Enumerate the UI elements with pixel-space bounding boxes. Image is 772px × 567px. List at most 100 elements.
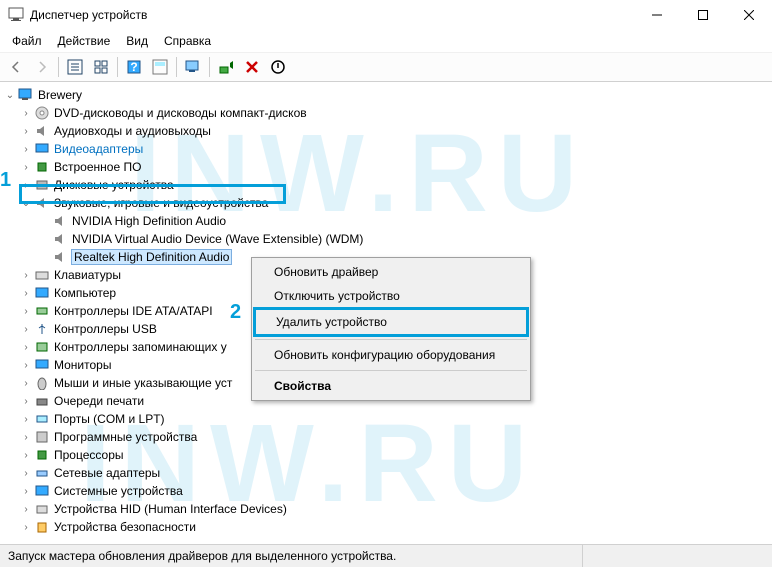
speaker-icon — [34, 195, 50, 211]
update-driver-button[interactable] — [214, 55, 238, 79]
tree-node-ports[interactable]: ›Порты (COM и LPT) — [0, 410, 772, 428]
tree-node-system[interactable]: ›Системные устройства — [0, 482, 772, 500]
port-icon — [34, 411, 50, 427]
expand-icon[interactable]: › — [20, 341, 32, 353]
tree-node-security[interactable]: ›Устройства безопасности — [0, 518, 772, 536]
expand-icon[interactable]: › — [20, 485, 32, 497]
cm-uninstall-device[interactable]: Удалить устройство — [256, 310, 526, 334]
hid-icon — [34, 501, 50, 517]
expand-icon[interactable]: › — [20, 467, 32, 479]
tree-node-video[interactable]: ›Видеоадаптеры — [0, 140, 772, 158]
annotation-1: 1 — [0, 169, 11, 192]
toolbar-btn[interactable] — [148, 55, 172, 79]
toolbar-btn[interactable] — [89, 55, 113, 79]
cm-scan-hardware[interactable]: Обновить конфигурацию оборудования — [254, 343, 528, 367]
tree-node-cpu[interactable]: ›Процессоры — [0, 446, 772, 464]
window-title: Диспетчер устройств — [30, 8, 634, 22]
tree-root-label: Brewery — [38, 88, 82, 102]
chip-icon — [34, 159, 50, 175]
collapse-icon[interactable]: ⌄ — [4, 89, 16, 101]
expand-icon[interactable]: › — [20, 377, 32, 389]
toolbar-btn[interactable] — [63, 55, 87, 79]
titlebar: Диспетчер устройств — [0, 0, 772, 30]
usb-icon — [34, 321, 50, 337]
uninstall-button[interactable] — [240, 55, 264, 79]
cm-update-driver[interactable]: Обновить драйвер — [254, 260, 528, 284]
expand-icon[interactable]: › — [20, 503, 32, 515]
computer-icon — [34, 285, 50, 301]
cm-properties[interactable]: Свойства — [254, 374, 528, 398]
expand-icon[interactable]: › — [20, 449, 32, 461]
expand-icon[interactable]: › — [20, 161, 32, 173]
svg-text:?: ? — [130, 60, 137, 74]
expand-icon[interactable]: › — [20, 431, 32, 443]
close-button[interactable] — [726, 0, 772, 30]
cm-separator — [255, 370, 527, 371]
expand-icon[interactable]: › — [20, 107, 32, 119]
menu-help[interactable]: Справка — [156, 32, 219, 50]
speaker-icon — [34, 123, 50, 139]
speaker-icon — [52, 249, 68, 265]
minimize-button[interactable] — [634, 0, 680, 30]
tree-node-nvidia-hd[interactable]: NVIDIA High Definition Audio — [0, 212, 772, 230]
tree-node-sound[interactable]: ⌄Звуковые, игровые и видеоустройства — [0, 194, 772, 212]
expand-icon[interactable]: › — [20, 179, 32, 191]
cpu-icon — [34, 447, 50, 463]
annotation-2: 2 — [230, 301, 241, 324]
network-icon — [34, 465, 50, 481]
mouse-icon — [34, 375, 50, 391]
device-tree[interactable]: ⌄ Brewery ›DVD-дисководы и дисководы ком… — [0, 82, 772, 560]
menu-file[interactable]: Файл — [4, 32, 50, 50]
disk-icon — [34, 177, 50, 193]
expand-icon[interactable]: › — [20, 521, 32, 533]
printer-icon — [34, 393, 50, 409]
context-menu: Обновить драйвер Отключить устройство Уд… — [251, 257, 531, 401]
nav-back-button[interactable] — [4, 55, 28, 79]
tree-node-dvd[interactable]: ›DVD-дисководы и дисководы компакт-диско… — [0, 104, 772, 122]
tree-node-firmware[interactable]: ›Встроенное ПО — [0, 158, 772, 176]
cm-disable-device[interactable]: Отключить устройство — [254, 284, 528, 308]
toolbar: ? — [0, 52, 772, 82]
tree-node-audio-io[interactable]: ›Аудиовходы и аудиовыходы — [0, 122, 772, 140]
computer-icon — [18, 87, 34, 103]
tree-node-network[interactable]: ›Сетевые адаптеры — [0, 464, 772, 482]
toolbar-separator — [176, 57, 177, 77]
security-icon — [34, 519, 50, 535]
toolbar-separator — [117, 57, 118, 77]
display-icon — [34, 141, 50, 157]
monitor-icon — [34, 357, 50, 373]
system-icon — [34, 483, 50, 499]
disable-button[interactable] — [266, 55, 290, 79]
expand-icon[interactable]: › — [20, 287, 32, 299]
expand-icon[interactable]: › — [20, 305, 32, 317]
expand-icon[interactable]: › — [20, 359, 32, 371]
statusbar-text: Запуск мастера обновления драйверов для … — [8, 549, 396, 563]
scan-button[interactable] — [181, 55, 205, 79]
menu-view[interactable]: Вид — [118, 32, 156, 50]
software-icon — [34, 429, 50, 445]
tree-node-disk[interactable]: ›Дисковые устройства — [0, 176, 772, 194]
tree-node-software[interactable]: ›Программные устройства — [0, 428, 772, 446]
tree-root[interactable]: ⌄ Brewery — [0, 86, 772, 104]
storage-icon — [34, 339, 50, 355]
expand-icon[interactable]: › — [20, 269, 32, 281]
tree-node-hid[interactable]: ›Устройства HID (Human Interface Devices… — [0, 500, 772, 518]
help-button[interactable]: ? — [122, 55, 146, 79]
cm-separator — [255, 339, 527, 340]
menu-action[interactable]: Действие — [50, 32, 119, 50]
tree-node-nvidia-virtual[interactable]: NVIDIA Virtual Audio Device (Wave Extens… — [0, 230, 772, 248]
speaker-icon — [52, 231, 68, 247]
app-icon — [8, 7, 24, 23]
toolbar-separator — [209, 57, 210, 77]
controller-icon — [34, 303, 50, 319]
menubar: Файл Действие Вид Справка — [0, 30, 772, 52]
collapse-icon[interactable]: ⌄ — [20, 197, 32, 209]
expand-icon[interactable]: › — [20, 395, 32, 407]
maximize-button[interactable] — [680, 0, 726, 30]
expand-icon[interactable]: › — [20, 413, 32, 425]
expand-icon[interactable]: › — [20, 125, 32, 137]
expand-icon[interactable]: › — [20, 143, 32, 155]
statusbar: Запуск мастера обновления драйверов для … — [0, 544, 772, 567]
nav-forward-button[interactable] — [30, 55, 54, 79]
expand-icon[interactable]: › — [20, 323, 32, 335]
